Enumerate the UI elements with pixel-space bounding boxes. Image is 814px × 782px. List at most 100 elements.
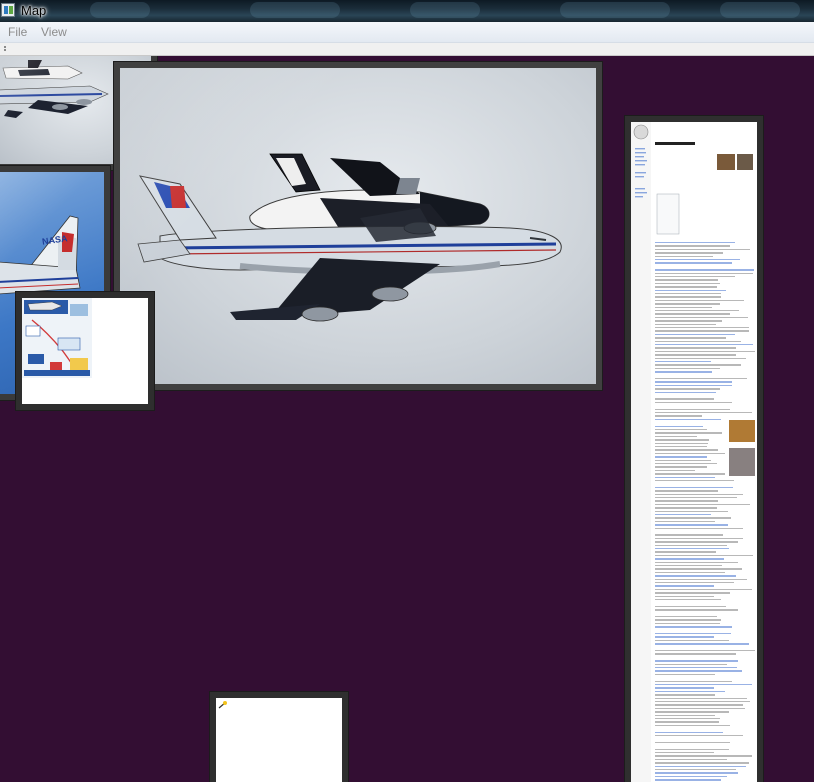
wiki-text-line	[655, 500, 718, 502]
wiki-text-line	[655, 527, 743, 529]
wiki-text-line	[655, 544, 727, 546]
wiki-text-line	[655, 272, 753, 274]
wiki-text-line	[655, 769, 736, 771]
wiki-text-line	[655, 480, 734, 482]
wiki-text-line	[655, 367, 720, 370]
wiki-text-line	[655, 534, 723, 536]
wiki-text-line	[655, 585, 714, 587]
wiki-text-line	[655, 503, 750, 506]
wiki-text-line	[655, 571, 725, 574]
wiki-text-line	[655, 650, 755, 652]
wiki-text-line	[655, 354, 736, 356]
wiki-text-line	[655, 401, 732, 404]
wiki-text-line	[655, 667, 737, 669]
shuttle-carrier-photo-main[interactable]	[114, 62, 602, 390]
wiki-text-line	[655, 680, 732, 682]
wiki-text-line	[655, 299, 744, 302]
wiki-text-line	[655, 391, 716, 393]
wiki-text-line	[655, 701, 750, 703]
wiki-text-line	[655, 350, 755, 353]
wiki-text-line	[655, 473, 725, 475]
wiki-text-line	[655, 429, 707, 431]
wiki-text-line	[655, 245, 730, 247]
wiki-text-line	[655, 565, 722, 567]
wiki-text-line	[655, 344, 753, 346]
wiki-text-line	[655, 507, 717, 509]
wiki-text-line	[655, 660, 738, 662]
wiki-text-line	[655, 765, 746, 767]
menu-view[interactable]: View	[38, 24, 70, 40]
wiki-text-line	[655, 748, 729, 750]
wiki-text-line	[655, 541, 738, 543]
wiki-text-line	[655, 592, 730, 594]
wiki-text-line	[655, 755, 752, 757]
wiki-text-line	[655, 248, 750, 251]
infographic-thumbnail[interactable]	[16, 292, 154, 410]
wiki-text-line	[655, 752, 714, 754]
wiki-text-line	[655, 466, 707, 468]
wiki-text-line	[655, 626, 732, 628]
wiki-text-line	[655, 279, 718, 281]
wiki-text-line	[655, 452, 725, 455]
wiki-text-line	[655, 469, 695, 472]
wiki-text-line	[655, 554, 753, 557]
wiki-text-line	[655, 636, 714, 638]
window-title: Map	[21, 3, 47, 18]
wiki-text-line	[655, 561, 738, 563]
wiki-text-line	[655, 459, 711, 461]
wiki-text-line	[655, 690, 725, 693]
wiki-text-line	[655, 486, 733, 489]
wiki-text-line	[655, 435, 697, 438]
wiki-text-line	[655, 347, 736, 349]
wiki-text-line	[655, 775, 727, 778]
wiki-text-line	[655, 242, 735, 244]
wiki-text-line	[655, 415, 702, 417]
wiki-text-line	[655, 398, 714, 400]
wiki-text-line	[655, 313, 730, 315]
wiki-text-line	[655, 731, 723, 733]
wiki-text-line	[655, 289, 726, 291]
wiki-text-line	[655, 323, 716, 325]
wiki-text-line	[655, 684, 752, 686]
wiki-text-line	[655, 548, 729, 550]
wiki-text-line	[655, 439, 709, 441]
blank-document-page[interactable]	[210, 692, 348, 782]
wiki-text-line	[655, 653, 736, 655]
wiki-text-line	[655, 316, 748, 319]
wiki-text-line	[655, 357, 746, 359]
wiki-text-line	[655, 371, 712, 373]
wiki-text-line	[655, 310, 739, 312]
wiki-text-line	[655, 408, 730, 410]
wiki-text-line	[655, 282, 720, 285]
wiki-text-line	[655, 735, 743, 737]
wiki-text-line	[655, 578, 747, 580]
wiki-text-line	[655, 449, 718, 451]
wiki-text-line	[655, 306, 712, 308]
wiki-text-line	[655, 269, 754, 271]
wiki-text-line	[655, 694, 715, 696]
wiki-text-line	[655, 605, 726, 608]
wiki-text-line	[655, 381, 732, 383]
grip-handle[interactable]	[4, 46, 6, 48]
wikipedia-article-page[interactable]	[625, 116, 763, 782]
wiki-text-line	[655, 293, 721, 295]
wiki-text-line	[655, 490, 718, 492]
wiki-text-line	[655, 378, 747, 380]
menu-bar: File View	[0, 22, 814, 43]
wiki-text-line	[655, 463, 717, 465]
wiki-text-line	[655, 762, 749, 764]
wiki-text-line	[655, 575, 736, 577]
wiki-text-line	[655, 425, 703, 427]
wiki-text-line	[655, 520, 715, 523]
wiki-text-line	[655, 687, 714, 689]
wiki-text-line	[655, 741, 730, 744]
wiki-text-line	[655, 639, 729, 642]
map-canvas[interactable]: NASA	[0, 56, 814, 782]
wiki-text-line	[655, 510, 728, 512]
wiki-text-line	[655, 595, 714, 597]
wiki-text-line	[655, 714, 715, 716]
wiki-text-line	[655, 599, 721, 601]
menu-file[interactable]: File	[5, 24, 30, 40]
title-bar[interactable]: Map	[0, 0, 814, 22]
wiki-text-line	[655, 707, 745, 710]
